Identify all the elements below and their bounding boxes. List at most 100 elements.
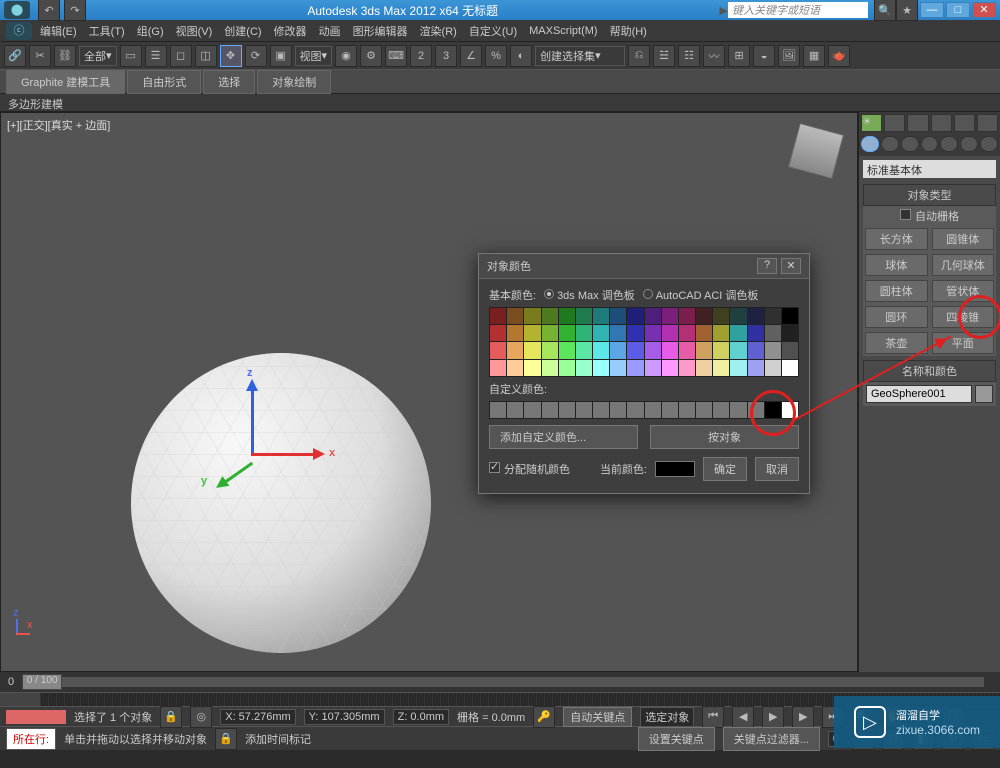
custom-swatch[interactable] — [765, 402, 781, 418]
menu-view[interactable]: 视图(V) — [176, 23, 213, 39]
custom-swatch[interactable] — [507, 402, 523, 418]
percentsnap-icon[interactable]: % — [485, 45, 507, 67]
color-swatch[interactable] — [679, 342, 695, 358]
prim-geosphere[interactable]: 几何球体 — [932, 254, 995, 276]
bind-icon[interactable]: ⛓ — [54, 45, 76, 67]
color-swatch[interactable] — [542, 342, 558, 358]
spinner-icon[interactable]: ◐ — [510, 45, 532, 67]
scale-icon[interactable]: ▣ — [270, 45, 292, 67]
custom-swatch[interactable] — [713, 402, 729, 418]
menu-modifiers[interactable]: 修改器 — [274, 23, 307, 39]
color-swatch[interactable] — [748, 325, 764, 341]
close-button[interactable]: ✕ — [972, 2, 996, 18]
render-icon[interactable]: 🫖 — [828, 45, 850, 67]
color-swatch[interactable] — [765, 325, 781, 341]
color-swatch[interactable] — [730, 342, 746, 358]
tab-objpaint[interactable]: 对象绘制 — [257, 70, 331, 94]
gizmo-z-axis[interactable] — [251, 383, 254, 453]
goto-start-icon[interactable]: ⏮ — [702, 706, 724, 728]
color-swatch[interactable] — [730, 308, 746, 324]
color-swatch[interactable] — [748, 342, 764, 358]
add-timetag[interactable]: 添加时间标记 — [245, 731, 311, 747]
systems-icon[interactable] — [980, 136, 998, 152]
random-color-checkbox[interactable]: 分配随机颜色 — [489, 461, 570, 477]
max-icon[interactable]: ⓒ — [6, 22, 32, 40]
next-frame-icon[interactable]: ▶ — [792, 706, 814, 728]
object-color-swatch[interactable] — [975, 385, 993, 403]
manip-icon[interactable]: ⚙ — [360, 45, 382, 67]
color-swatch[interactable] — [490, 342, 506, 358]
color-swatch[interactable] — [610, 360, 626, 376]
pivot-icon[interactable]: ◉ — [335, 45, 357, 67]
color-swatch[interactable] — [662, 308, 678, 324]
prim-teapot[interactable]: 茶壶 — [865, 332, 928, 354]
color-swatch[interactable] — [679, 360, 695, 376]
help-icon[interactable]: 🔍 — [874, 0, 896, 21]
maximize-button[interactable]: □ — [946, 2, 970, 18]
color-swatch[interactable] — [679, 308, 695, 324]
color-swatch[interactable] — [713, 342, 729, 358]
color-swatch[interactable] — [696, 308, 712, 324]
window-crossing-icon[interactable]: ◫ — [195, 45, 217, 67]
custom-swatch[interactable] — [662, 402, 678, 418]
custom-swatch[interactable] — [576, 402, 592, 418]
mirror-icon[interactable]: ⎌ — [628, 45, 650, 67]
custom-swatch[interactable] — [593, 402, 609, 418]
color-swatch[interactable] — [610, 325, 626, 341]
dialog-help-button[interactable]: ? — [757, 258, 777, 274]
color-swatch[interactable] — [507, 325, 523, 341]
color-swatch[interactable] — [576, 360, 592, 376]
cameras-icon[interactable] — [921, 136, 939, 152]
color-swatch[interactable] — [765, 360, 781, 376]
rect-select-icon[interactable]: ◻ — [170, 45, 192, 67]
custom-swatch[interactable] — [627, 402, 643, 418]
color-swatch[interactable] — [765, 308, 781, 324]
snap3d-icon[interactable]: 3 — [435, 45, 457, 67]
viewport-label[interactable]: [+][正交][真实 + 边面] — [7, 117, 110, 133]
tab-freeform[interactable]: 自由形式 — [127, 70, 201, 94]
snap2d-icon[interactable]: 2 — [410, 45, 432, 67]
viewcube[interactable] — [788, 123, 844, 179]
color-swatch[interactable] — [542, 360, 558, 376]
color-swatch[interactable] — [662, 325, 678, 341]
prim-tube[interactable]: 管状体 — [932, 280, 995, 302]
geometry-icon[interactable] — [861, 136, 879, 152]
color-swatch[interactable] — [765, 342, 781, 358]
color-swatch[interactable] — [542, 308, 558, 324]
time-knob[interactable]: 0 / 100 — [22, 674, 62, 690]
prim-cone[interactable]: 圆锥体 — [932, 228, 995, 250]
color-swatch[interactable] — [576, 342, 592, 358]
custom-swatch[interactable] — [748, 402, 764, 418]
prim-plane[interactable]: 平面 — [932, 332, 995, 354]
menu-tools[interactable]: 工具(T) — [89, 23, 125, 39]
autokey-button[interactable]: 自动关键点 — [563, 707, 632, 727]
menu-create[interactable]: 创建(C) — [224, 23, 261, 39]
color-swatch[interactable] — [627, 342, 643, 358]
color-swatch[interactable] — [627, 308, 643, 324]
setkey-button[interactable]: 设置关键点 — [638, 727, 715, 751]
color-swatch[interactable] — [559, 325, 575, 341]
menu-maxscript[interactable]: MAXScript(M) — [529, 25, 597, 37]
play-icon[interactable]: ▶ — [762, 706, 784, 728]
select-icon[interactable]: ▭ — [120, 45, 142, 67]
selfilter-drop[interactable]: 选定对象 — [640, 707, 694, 727]
menu-help[interactable]: 帮助(H) — [610, 23, 647, 39]
color-swatch[interactable] — [593, 360, 609, 376]
keyboard-icon[interactable]: ⌨ — [385, 45, 407, 67]
color-swatch[interactable] — [507, 360, 523, 376]
color-swatch[interactable] — [524, 308, 540, 324]
coord-x[interactable]: X: 57.276mm — [220, 709, 295, 725]
macro-rec-icon[interactable] — [6, 710, 66, 724]
custom-swatch[interactable] — [559, 402, 575, 418]
dialog-close-button[interactable]: ✕ — [781, 258, 801, 274]
color-swatch[interactable] — [782, 342, 798, 358]
color-swatch[interactable] — [490, 325, 506, 341]
keyfilter-button[interactable]: 关键点过滤器... — [723, 727, 820, 751]
color-swatch[interactable] — [662, 342, 678, 358]
prim-pyramid[interactable]: 四棱锥 — [932, 306, 995, 328]
custom-swatch[interactable] — [542, 402, 558, 418]
color-swatch[interactable] — [576, 325, 592, 341]
color-swatch[interactable] — [524, 360, 540, 376]
time-slider[interactable]: 0 0 / 100 — [0, 672, 1000, 692]
color-swatch[interactable] — [576, 308, 592, 324]
